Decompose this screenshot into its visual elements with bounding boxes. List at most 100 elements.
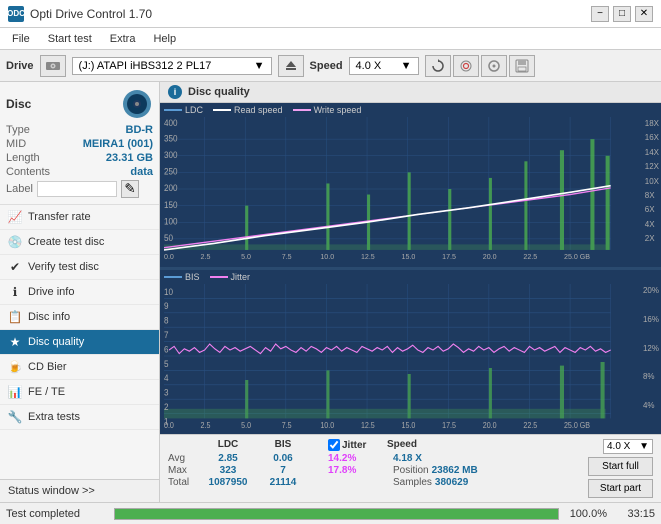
- speed-value: 4.0 X: [356, 60, 382, 72]
- position-row: Position 23862 MB: [393, 465, 478, 476]
- jitter-color: [210, 276, 228, 278]
- close-button[interactable]: ✕: [635, 6, 653, 22]
- sidebar-item-cd-bier[interactable]: 🍺 CD Bier: [0, 355, 159, 380]
- disc-type-label: Type: [6, 124, 30, 136]
- sidebar-item-transfer-rate[interactable]: 📈 Transfer rate: [0, 205, 159, 230]
- eject-button[interactable]: [278, 55, 304, 77]
- disc-mid-row: MID MEIRA1 (001): [6, 138, 153, 150]
- svg-text:0.0: 0.0: [164, 251, 174, 260]
- chart2-yr-4: 4%: [643, 401, 659, 410]
- cd-bier-icon: 🍺: [8, 360, 22, 374]
- speed-chevron-icon: ▼: [401, 60, 412, 72]
- disc-type-row: Type BD-R: [6, 124, 153, 136]
- svg-text:17.5: 17.5: [442, 251, 456, 260]
- svg-text:25.0 GB: 25.0 GB: [564, 420, 590, 428]
- svg-text:5: 5: [164, 358, 169, 369]
- chart1-yr-10x: 10X: [645, 177, 659, 186]
- bis-color: [164, 276, 182, 278]
- stats-total-row: Total 1087950 21114 Samples 380629: [168, 477, 580, 488]
- disc-label-row: Label ✎: [6, 180, 153, 198]
- maximize-button[interactable]: □: [613, 6, 631, 22]
- sidebar-item-extra-tests[interactable]: 🔧 Extra tests: [0, 405, 159, 430]
- menu-bar: File Start test Extra Help: [0, 28, 661, 50]
- svg-text:2: 2: [164, 401, 169, 412]
- app-icon: ODC: [8, 6, 24, 22]
- chart2-legend: BIS Jitter: [164, 270, 631, 284]
- svg-text:2.5: 2.5: [201, 420, 211, 428]
- drive-info-icon: ℹ: [8, 285, 22, 299]
- speed-dropdown-stats[interactable]: 4.0 X ▼: [603, 439, 653, 454]
- disc-label-edit-button[interactable]: ✎: [121, 180, 139, 198]
- chart1-yr-8x: 8X: [645, 191, 659, 200]
- sidebar-item-disc-quality[interactable]: ★ Disc quality: [0, 330, 159, 355]
- progress-bar-fill: [115, 509, 558, 519]
- read-speed-color: [213, 109, 231, 111]
- menu-extra[interactable]: Extra: [102, 31, 144, 47]
- speed-dropdown-value: 4.0 X: [607, 441, 630, 452]
- menu-start-test[interactable]: Start test: [40, 31, 100, 47]
- speed-label: Speed: [310, 60, 343, 72]
- stats-col-bis: BIS: [258, 439, 308, 451]
- sidebar-item-label: Transfer rate: [28, 211, 91, 223]
- svg-text:200: 200: [164, 183, 178, 193]
- ldc-color: [164, 109, 182, 111]
- drive-icon: [40, 55, 66, 77]
- sidebar-item-disc-info[interactable]: 📋 Disc info: [0, 305, 159, 330]
- disc-label-input[interactable]: [37, 181, 117, 197]
- chart2-yr-12: 12%: [643, 344, 659, 353]
- status-window-button[interactable]: Status window >>: [0, 479, 159, 502]
- svg-text:3: 3: [164, 387, 169, 398]
- max-bis: 7: [258, 465, 308, 476]
- stats-max-row: Max 323 7 17.8% Position 23862 MB: [168, 465, 580, 476]
- chart1-legend: LDC Read speed Write speed: [164, 103, 631, 117]
- svg-text:0.0: 0.0: [164, 420, 174, 428]
- start-full-button[interactable]: Start full: [588, 457, 653, 476]
- menu-help[interactable]: Help: [145, 31, 184, 47]
- disc-mid-value: MEIRA1 (001): [83, 138, 153, 150]
- disc-length-label: Length: [6, 152, 40, 164]
- sidebar-item-label: Verify test disc: [28, 261, 99, 273]
- settings-button[interactable]: [453, 55, 479, 77]
- svg-text:10: 10: [164, 286, 173, 297]
- sidebar-item-label: Extra tests: [28, 411, 80, 423]
- svg-text:15.0: 15.0: [402, 420, 416, 428]
- sidebar-item-label: Create test disc: [28, 236, 104, 248]
- status-window-label: Status window >>: [8, 485, 95, 497]
- jitter-checkbox[interactable]: [328, 439, 340, 451]
- sidebar-item-drive-info[interactable]: ℹ Drive info: [0, 280, 159, 305]
- drive-dropdown[interactable]: (J:) ATAPI iHBS312 2 PL17 ▼: [72, 57, 272, 75]
- disc-header: Disc: [6, 88, 153, 120]
- max-label: Max: [168, 465, 198, 476]
- sidebar-item-label: Disc info: [28, 311, 70, 323]
- fe-te-icon: 📊: [8, 385, 22, 399]
- minimize-button[interactable]: −: [591, 6, 609, 22]
- drive-bar: Drive (J:) ATAPI iHBS312 2 PL17 ▼ Speed …: [0, 50, 661, 82]
- ldc-label: LDC: [185, 105, 203, 115]
- max-jitter: 17.8%: [328, 465, 393, 476]
- speed-dropdown[interactable]: 4.0 X ▼: [349, 57, 419, 75]
- sidebar-nav: 📈 Transfer rate 💿 Create test disc ✔ Ver…: [0, 205, 159, 479]
- app-title: Opti Drive Control 1.70: [30, 7, 152, 21]
- svg-text:7.5: 7.5: [282, 420, 292, 428]
- start-part-button[interactable]: Start part: [588, 479, 653, 498]
- disc-button[interactable]: [481, 55, 507, 77]
- svg-text:100: 100: [164, 216, 178, 226]
- chart2-yr-8: 8%: [643, 372, 659, 381]
- sidebar-item-fe-te[interactable]: 📊 FE / TE: [0, 380, 159, 405]
- sidebar-item-create-test-disc[interactable]: 💿 Create test disc: [0, 230, 159, 255]
- stats-header-row: LDC BIS Jitter Speed: [168, 439, 580, 451]
- verify-test-disc-icon: ✔: [8, 260, 22, 274]
- create-test-disc-icon: 💿: [8, 235, 22, 249]
- svg-text:20.0: 20.0: [483, 251, 497, 260]
- disc-label-label: Label: [6, 183, 33, 195]
- stats-table: LDC BIS Jitter Speed Avg 2.85: [168, 439, 580, 488]
- chart1-svg-container: 400 350 300 250 200 150 100 50 0.0 2.5 5…: [164, 117, 631, 261]
- refresh-button[interactable]: [425, 55, 451, 77]
- svg-text:250: 250: [164, 166, 178, 176]
- menu-file[interactable]: File: [4, 31, 38, 47]
- save-button[interactable]: [509, 55, 535, 77]
- sidebar-item-verify-test-disc[interactable]: ✔ Verify test disc: [0, 255, 159, 280]
- chart1-y-right: 18X 16X 14X 12X 10X 8X 6X 4X 2X: [645, 117, 659, 245]
- title-bar-left: ODC Opti Drive Control 1.70: [8, 6, 152, 22]
- svg-text:150: 150: [164, 199, 178, 209]
